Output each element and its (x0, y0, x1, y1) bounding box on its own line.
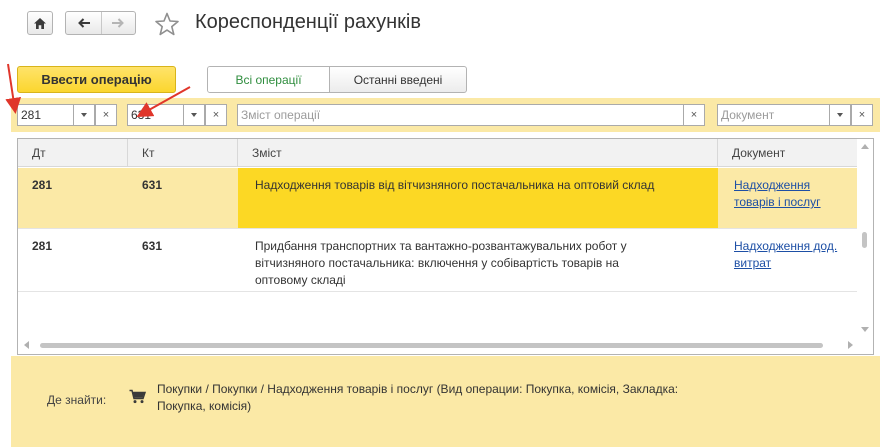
column-header-dt[interactable]: Дт (18, 139, 128, 167)
credit-clear-button[interactable]: × (205, 104, 227, 126)
arrow-right-icon (112, 18, 124, 28)
scroll-left-icon[interactable] (24, 341, 29, 349)
content-filter-input[interactable]: Зміст операції (237, 104, 684, 126)
cell-document: Надходження товарів і послуг (718, 168, 859, 228)
column-header-content[interactable]: Зміст (238, 139, 718, 167)
arrow-left-icon (77, 18, 90, 28)
where-to-find-label: Де знайти: (47, 393, 107, 407)
scroll-up-icon[interactable] (861, 144, 869, 149)
document-clear-button[interactable]: × (851, 104, 873, 126)
vertical-scroll-thumb[interactable] (862, 232, 867, 248)
cell-dt: 281 (32, 178, 53, 192)
forward-button[interactable] (100, 12, 135, 34)
navigation-buttons (65, 11, 136, 35)
table-row[interactable]: 281 631 Придбання транспортних та вантаж… (18, 229, 859, 292)
document-filter-input[interactable]: Документ (717, 104, 830, 126)
document-link[interactable]: Надходження дод. витрат (734, 239, 837, 270)
cart-icon (129, 389, 146, 404)
cell-kt: 631 (142, 239, 163, 253)
tab-recent-operations[interactable]: Останні введені (329, 67, 466, 92)
back-button[interactable] (67, 12, 101, 34)
home-button[interactable] (27, 11, 53, 35)
horizontal-scroll-thumb[interactable] (40, 343, 823, 348)
table-header: Дт Кт Зміст Документ (18, 139, 859, 167)
scroll-down-icon[interactable] (861, 327, 869, 332)
chevron-down-icon (837, 113, 843, 117)
column-header-kt[interactable]: Кт (128, 139, 238, 167)
navigation-path: Покупки / Покупки / Надходження товарів … (157, 382, 679, 413)
cell-kt: 631 (142, 178, 163, 192)
cell-content: Придбання транспортних та вантажно-розва… (255, 239, 627, 287)
table-row[interactable]: 281 631 Надходження товарів від вітчизня… (18, 168, 859, 229)
close-icon: × (690, 109, 698, 121)
vertical-scrollbar[interactable] (857, 139, 873, 338)
horizontal-scrollbar[interactable] (18, 337, 873, 354)
content-clear-button[interactable]: × (683, 104, 705, 126)
cell-dt: 281 (32, 239, 53, 253)
operation-tabs: Всі операції Останні введені (207, 66, 467, 93)
tab-all-operations[interactable]: Всі операції (208, 67, 329, 92)
page-title: Кореспонденції рахунків (195, 11, 421, 33)
star-icon (155, 12, 179, 36)
correspondence-table: Дт Кт Зміст Документ 281 631 Надходження… (17, 138, 874, 355)
cell-document: Надходження дод. витрат (718, 229, 859, 291)
document-dropdown-button[interactable] (829, 104, 851, 126)
home-icon (34, 17, 46, 29)
favorite-button[interactable] (154, 11, 180, 37)
cell-content: Надходження товарів від вітчизняного пос… (238, 168, 718, 228)
annotation-arrows (5, 63, 191, 117)
column-header-document[interactable]: Документ (718, 139, 859, 167)
document-link[interactable]: Надходження товарів і послуг (734, 178, 821, 209)
close-icon: × (212, 109, 220, 121)
where-to-find-panel: Де знайти: Покупки / Покупки / Надходжен… (11, 356, 880, 447)
scroll-right-icon[interactable] (848, 341, 853, 349)
close-icon: × (858, 109, 866, 121)
